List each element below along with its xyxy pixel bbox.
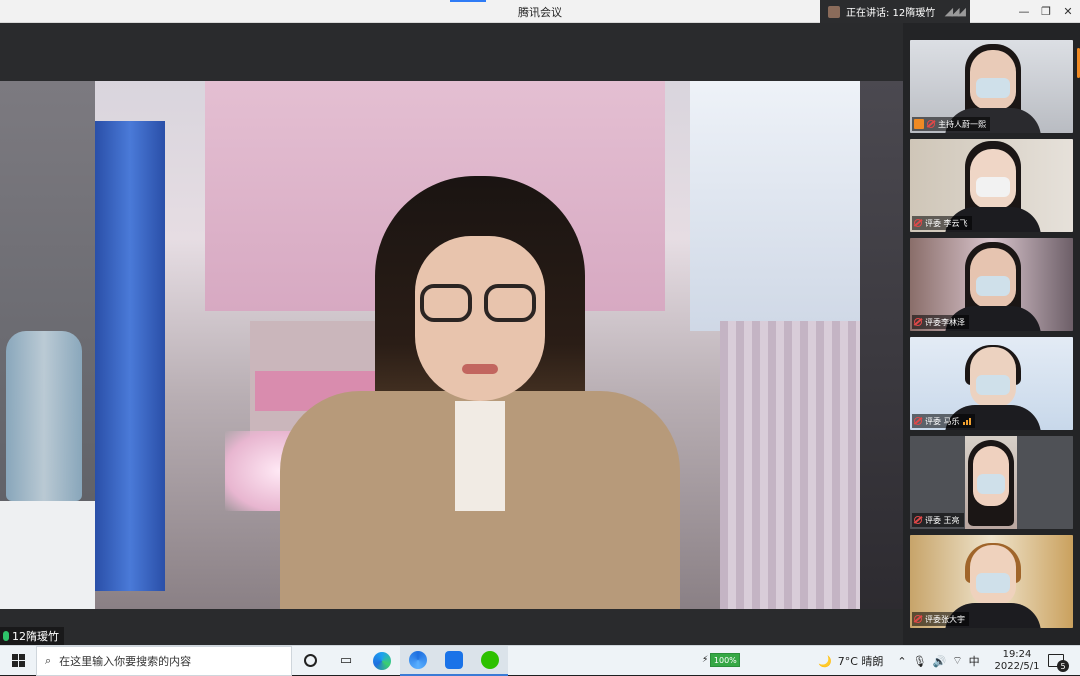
participant-tile[interactable]: 评委 王亮 (910, 436, 1073, 529)
tile-label: 评委李林泽 (912, 315, 969, 329)
bg-blue-curtain (95, 121, 165, 591)
mouth (462, 364, 498, 374)
mic-muted-icon (914, 417, 922, 425)
charging-icon: ⚡ (702, 655, 709, 665)
edge-icon (373, 651, 391, 670)
mic-muted-icon (914, 516, 922, 524)
bg-ladder (720, 321, 860, 609)
weather-moon-icon: 🌙 (818, 654, 832, 668)
tile-mask (977, 474, 1005, 494)
participant-tile[interactable]: 评委 马乐 (910, 337, 1073, 430)
main-video[interactable] (0, 81, 903, 609)
tile-label: 评委张大宇 (912, 612, 969, 626)
signal-strength-icon (962, 417, 971, 425)
participant-tile[interactable]: 评委 李云飞 (910, 139, 1073, 232)
participant-tile[interactable]: 评委李林泽 (910, 238, 1073, 331)
participant-name: 评委李林泽 (925, 317, 965, 327)
windows-icon (11, 654, 25, 667)
participant-name: 主持人蔚一熙 (938, 119, 986, 129)
clock[interactable]: 19:24 2022/5/1 (992, 649, 1042, 673)
tile-mask (976, 177, 1010, 197)
participant-tile[interactable]: 主持人蔚一熙 (910, 40, 1073, 133)
tile-label: 主持人蔚一熙 (912, 117, 990, 131)
tencent-meeting-button[interactable] (436, 645, 472, 676)
participant-name: 评委 王亮 (925, 515, 960, 525)
tile-label: 评委 马乐 (912, 414, 975, 428)
participant-name: 评委 李云飞 (925, 218, 968, 228)
microphone-icon[interactable]: 🎙 (913, 655, 927, 668)
notification-count: 5 (1057, 660, 1069, 672)
notification-center-button[interactable]: 5 (1048, 654, 1069, 672)
clock-time: 19:24 (1002, 649, 1032, 660)
main-participant-name: 12隋瑷竹 (12, 630, 59, 643)
participant-sidebar: 主持人蔚一熙 评委 李云飞 评委李林泽 评委 马乐 评委 王亮 评委张大宇 (903, 23, 1080, 645)
tile-mask (976, 78, 1010, 98)
speaking-indicator: 正在讲话: 12隋瑷竹 ◢◢◢ (820, 0, 970, 23)
mic-muted-icon (927, 120, 935, 128)
bg-right-shadow (860, 81, 903, 609)
participant-name: 评委张大宇 (925, 614, 965, 624)
search-placeholder: 在这里输入你要搜索的内容 (59, 654, 192, 668)
main-stage: 12隋瑷竹 (0, 23, 903, 645)
tile-mask (976, 573, 1010, 593)
bg-light-curtain (690, 81, 875, 331)
tencent-meeting-icon (445, 650, 463, 669)
host-icon (914, 119, 924, 129)
mic-on-icon (3, 631, 9, 641)
audio-wave-icon: ◢◢◢ (944, 5, 966, 18)
shirt (455, 401, 505, 511)
tile-label: 评委 王亮 (912, 513, 964, 527)
browser-icon (409, 650, 427, 669)
speaker-icon[interactable]: 🔊 (933, 655, 947, 668)
glasses (420, 284, 540, 324)
ime-indicator[interactable]: 中 (969, 653, 980, 669)
title-accent (450, 0, 486, 2)
wechat-icon (481, 650, 499, 669)
cortana-icon (303, 654, 317, 667)
taskbar: ⌕ 在这里输入你要搜索的内容 ▭ ⚡ 100% 🌙 7°C 晴朗 ⌃ 🎙 🔊 ⌔… (0, 645, 1080, 676)
tile-mask (976, 276, 1010, 296)
tile-label: 评委 李云飞 (912, 216, 972, 230)
main-name-tag: 12隋瑷竹 (0, 627, 64, 645)
speaker-avatar (828, 5, 840, 18)
mic-muted-icon (914, 318, 922, 326)
bg-dispenser (0, 501, 95, 609)
edge-button[interactable] (364, 646, 400, 676)
cortana-button[interactable] (292, 646, 328, 676)
edge-dev-button[interactable] (400, 645, 436, 676)
wifi-icon[interactable]: ⌔ (952, 654, 962, 668)
clock-date: 2022/5/1 (994, 661, 1040, 672)
wechat-button[interactable] (472, 645, 508, 676)
weather-text[interactable]: 7°C 晴朗 (838, 653, 884, 669)
system-tray: 🌙 7°C 晴朗 ⌃ 🎙 🔊 ⌔ 中 (818, 646, 980, 676)
battery-indicator[interactable]: ⚡ 100% (702, 653, 741, 667)
taskbar-search[interactable]: ⌕ 在这里输入你要搜索的内容 (36, 645, 292, 676)
participant-tile[interactable]: 评委张大宇 (910, 535, 1073, 628)
close-button[interactable]: ✕ (1054, 0, 1080, 23)
search-icon: ⌕ (45, 653, 52, 667)
tile-mask (976, 375, 1010, 395)
title-bar: 腾讯会议 正在讲话: 12隋瑷竹 ◢◢◢ — ❐ ✕ (0, 0, 1080, 23)
start-button[interactable] (0, 646, 36, 676)
task-view-icon: ▭ (339, 653, 353, 668)
battery-level: 100% (710, 653, 741, 667)
task-view-button[interactable]: ▭ (328, 646, 364, 676)
mic-muted-icon (914, 615, 922, 623)
mic-muted-icon (914, 219, 922, 227)
speaking-label: 正在讲话: 12隋瑷竹 (846, 8, 936, 19)
bg-water-bottle (6, 331, 82, 501)
participant-name: 评委 马乐 (925, 416, 960, 426)
main-speaker-figure (280, 176, 680, 609)
chevron-up-icon[interactable]: ⌃ (897, 655, 906, 668)
